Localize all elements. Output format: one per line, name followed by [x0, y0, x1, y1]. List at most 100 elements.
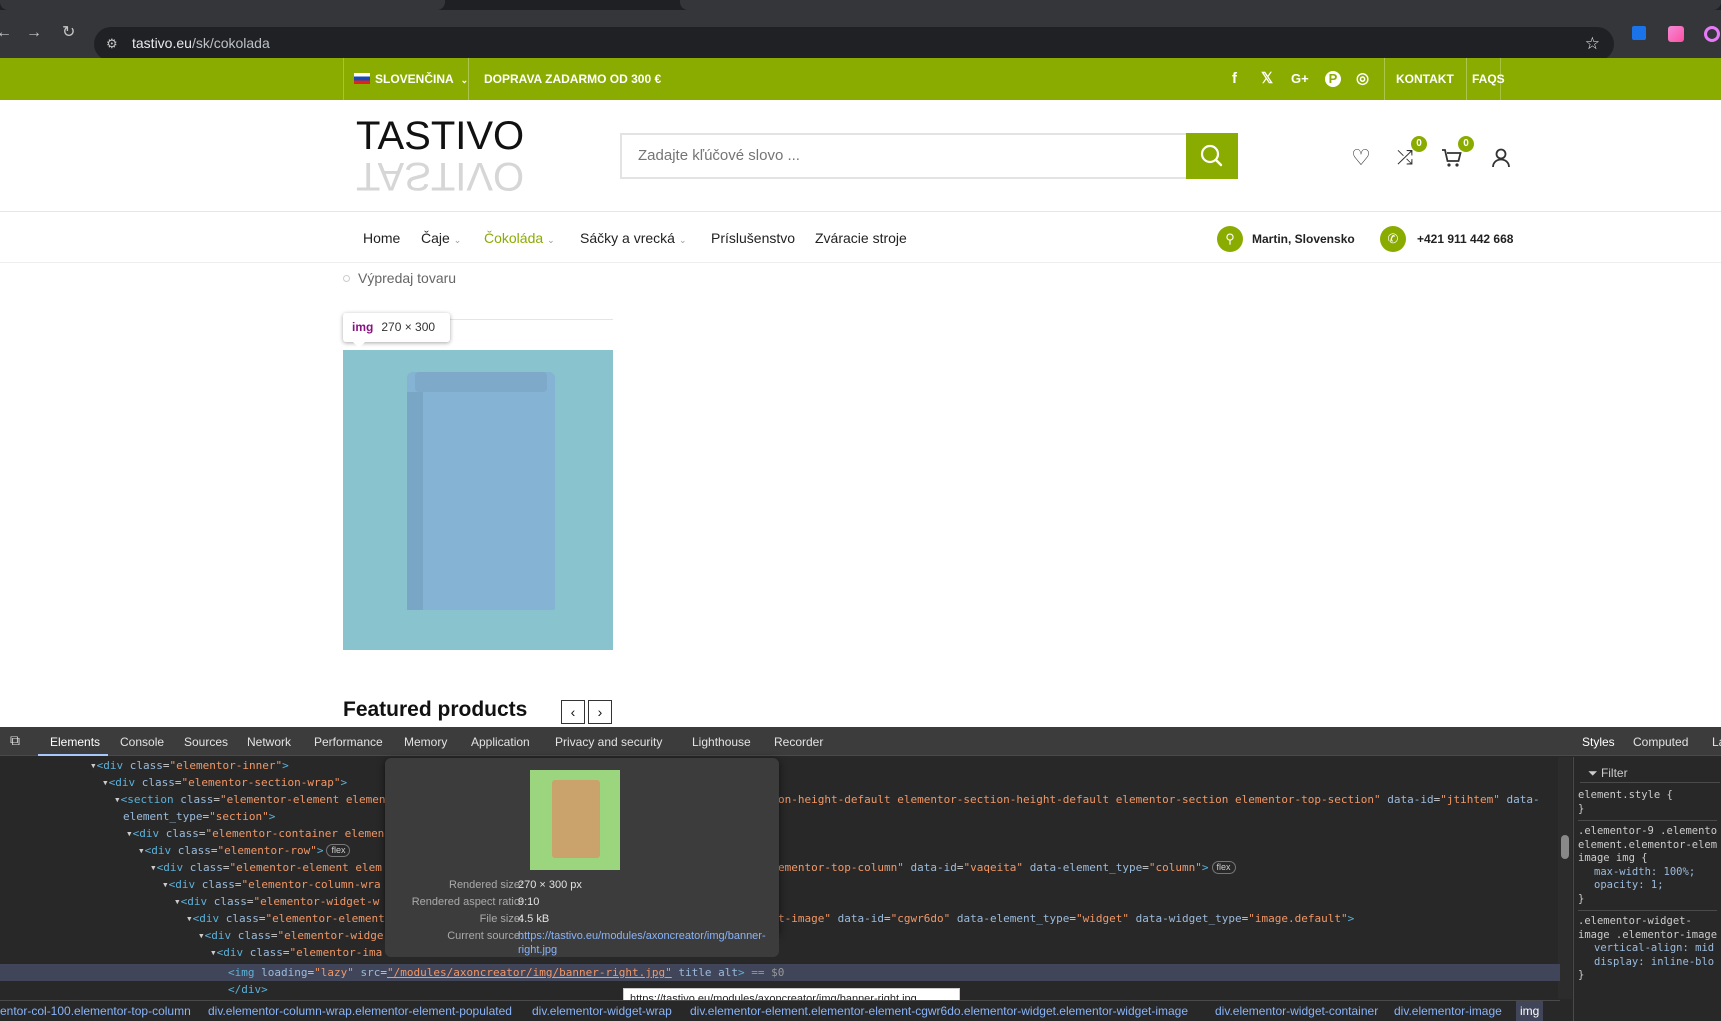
dom-node[interactable]: ▾<div class="elementor-widge [198, 927, 383, 944]
style-property[interactable]: opacity: 1; [1578, 879, 1717, 893]
tab-layout[interactable]: La [1712, 735, 1721, 749]
dom-node[interactable]: ▾<div class="elementor-inner"> [90, 757, 289, 774]
element-inspect-tooltip: img 270 × 300 [343, 313, 450, 348]
banner-image[interactable] [343, 350, 613, 650]
forward-icon[interactable]: → [26, 24, 42, 42]
contact-link[interactable]: KONTAKT [1396, 58, 1454, 100]
phone-icon: ✆ [1380, 226, 1406, 252]
dom-tree-scrollbar[interactable] [1558, 757, 1572, 999]
image-thumbnail [530, 770, 620, 870]
styles-filter[interactable]: ⏷ Filter [1580, 763, 1720, 783]
popup-source-link[interactable]: https://tastivo.eu/modules/axoncreator/i… [518, 929, 766, 957]
tab-console[interactable]: Console [120, 735, 164, 749]
tab-computed[interactable]: Computed [1633, 735, 1688, 749]
browser-tab[interactable] [0, 0, 445, 10]
url-text[interactable]: tastivo.eu/sk/cokolada [132, 35, 270, 51]
dom-node-continued: element_type="section"> [123, 810, 276, 823]
style-property[interactable]: vertical-align: mid [1578, 942, 1717, 956]
popup-value: 4.5 kB [518, 913, 550, 925]
img-node[interactable]: <img loading="lazy" src="/modules/axoncr… [228, 964, 784, 981]
location-text: Martin, Slovensko [1252, 232, 1355, 246]
style-rule: } [1578, 802, 1585, 815]
popup-value: 270 × 300 px [518, 879, 582, 891]
carousel-prev-button[interactable]: ‹ [561, 700, 585, 724]
search-button[interactable] [1186, 133, 1238, 179]
breadcrumb-item[interactable]: div.elementor-element.elementor-element-… [690, 1001, 1188, 1021]
compare-shuffle-icon[interactable]: ⤮ 0 [1393, 136, 1427, 170]
nav-item-caje[interactable]: Čaje ⌄ [421, 230, 461, 246]
chevron-down-icon: ⌄ [678, 235, 687, 245]
user-svg [1492, 148, 1510, 168]
dom-node[interactable]: ▾<div class="elementor-column-wra [162, 876, 381, 893]
dom-node[interactable]: ▾<div class="elementor-section-wrap"> [102, 774, 347, 791]
google-plus-icon[interactable]: G+ [1291, 70, 1309, 88]
dom-tree[interactable]: ▾<div class="elementor-inner"> ▾<div cla… [0, 757, 1560, 989]
category-list-item[interactable]: Výpredaj tovaru [343, 270, 456, 286]
dom-node-close[interactable]: </div> [228, 981, 268, 998]
featured-products-title: Featured products [343, 698, 528, 721]
styles-panel: ⏷ Filter element.style { } .elementor-9 … [1573, 757, 1721, 1021]
dom-node-continued: ementor-top-column" data-id="vaqeita" da… [778, 859, 1236, 876]
faqs-link[interactable]: FAQS [1472, 58, 1505, 100]
user-account-icon[interactable] [1489, 146, 1513, 170]
site-info-icon[interactable]: ⚙ [106, 36, 122, 52]
facebook-icon[interactable]: f [1232, 70, 1237, 88]
tab-sources[interactable]: Sources [184, 735, 228, 749]
reload-icon[interactable]: ↻ [62, 24, 75, 42]
tab-lighthouse[interactable]: Lighthouse [692, 735, 751, 749]
dom-node[interactable]: ▾<div class="elementor-widget-w [174, 893, 379, 910]
bookmark-star-icon[interactable]: ☆ [1585, 34, 1600, 54]
tab-network[interactable]: Network [247, 735, 291, 749]
x-twitter-icon[interactable]: 𝕏 [1261, 70, 1273, 88]
breadcrumb-item[interactable]: div.elementor-widget-wrap [532, 1001, 672, 1021]
nav-item-cokolada[interactable]: Čokoláda ⌄ [484, 230, 555, 246]
style-property[interactable]: display: inline-blo [1578, 956, 1717, 970]
phone-number[interactable]: +421 911 442 668 [1417, 232, 1513, 246]
dom-node[interactable]: ▾<div class="elementor-ima [210, 944, 382, 961]
tab-application[interactable]: Application [471, 735, 530, 749]
tab-elements[interactable]: Elements [50, 735, 100, 749]
breadcrumb-item-selected[interactable]: img [1516, 1001, 1544, 1021]
back-icon[interactable]: ← [0, 24, 12, 42]
dom-node[interactable]: ▾<div class="elementor-element [186, 910, 385, 927]
pinterest-icon[interactable]: P [1325, 71, 1341, 87]
popup-label: Rendered aspect ratio: [411, 896, 523, 908]
tab-memory[interactable]: Memory [404, 735, 447, 749]
tab-styles[interactable]: Styles [1582, 735, 1615, 749]
extension-icon[interactable] [1668, 26, 1684, 42]
tab-recorder[interactable]: Recorder [774, 735, 823, 749]
instagram-icon[interactable]: ◎ [1356, 70, 1369, 88]
extension-icon[interactable] [1632, 26, 1646, 40]
dom-node[interactable]: ▾<section class="elementor-element eleme… [114, 791, 386, 808]
breadcrumb-item[interactable]: entor-col-100.elementor-top-column [0, 1001, 191, 1021]
selected-dom-node[interactable]: <img loading="lazy" src="/modules/axoncr… [0, 964, 1560, 981]
extension-icon[interactable] [1704, 26, 1720, 42]
breadcrumb-item[interactable]: div.elementor-image [1394, 1001, 1502, 1021]
wishlist-heart-icon[interactable]: ♡ [1349, 146, 1373, 170]
breadcrumb-item[interactable]: div.elementor-column-wrap.elementor-elem… [208, 1001, 512, 1021]
nav-item-prislusenstvo[interactable]: Príslušenstvo [711, 230, 795, 246]
free-shipping-notice: DOPRAVA ZADARMO OD 300 € [484, 72, 662, 86]
style-selector: image .elementor-image [1578, 928, 1718, 941]
dom-node[interactable]: ▾<div class="elementor-element elem [150, 859, 382, 876]
nav-item-zvaracie-stroje[interactable]: Zváracie stroje [815, 230, 907, 246]
tab-performance[interactable]: Performance [314, 735, 383, 749]
search-input[interactable] [638, 147, 1138, 164]
dom-node[interactable]: ▾<div class="elementor-container elemen [126, 825, 384, 842]
browser-tab[interactable] [680, 0, 1721, 10]
breadcrumb-item[interactable]: div.elementor-widget-container [1215, 1001, 1378, 1021]
dom-node[interactable]: ▾<div class="elementor-row"> flex [138, 842, 351, 859]
nav-item-sacky[interactable]: Sáčky a vrecká ⌄ [580, 230, 686, 246]
site-logo[interactable]: TASTIVO TASTIVO [356, 116, 536, 198]
tab-privacy-security[interactable]: Privacy and security [555, 735, 662, 749]
nav-item-home[interactable]: Home [363, 230, 400, 246]
cart-icon[interactable]: 0 [1440, 136, 1474, 170]
address-bar[interactable]: ⚙ tastivo.eu/sk/cokolada ☆ [94, 27, 1614, 61]
styles-rules: element.style { } .elementor-9 .elemento… [1578, 789, 1718, 983]
device-toolbar-icon[interactable]: ⧉ [10, 732, 20, 749]
bullet-icon [343, 275, 350, 282]
language-selector[interactable]: SLOVENČINA ⌄ [354, 58, 468, 100]
style-property[interactable]: max-width: 100%; [1578, 866, 1717, 880]
carousel-next-button[interactable]: › [588, 700, 612, 724]
location-pin-icon: ⚲ [1217, 226, 1243, 252]
